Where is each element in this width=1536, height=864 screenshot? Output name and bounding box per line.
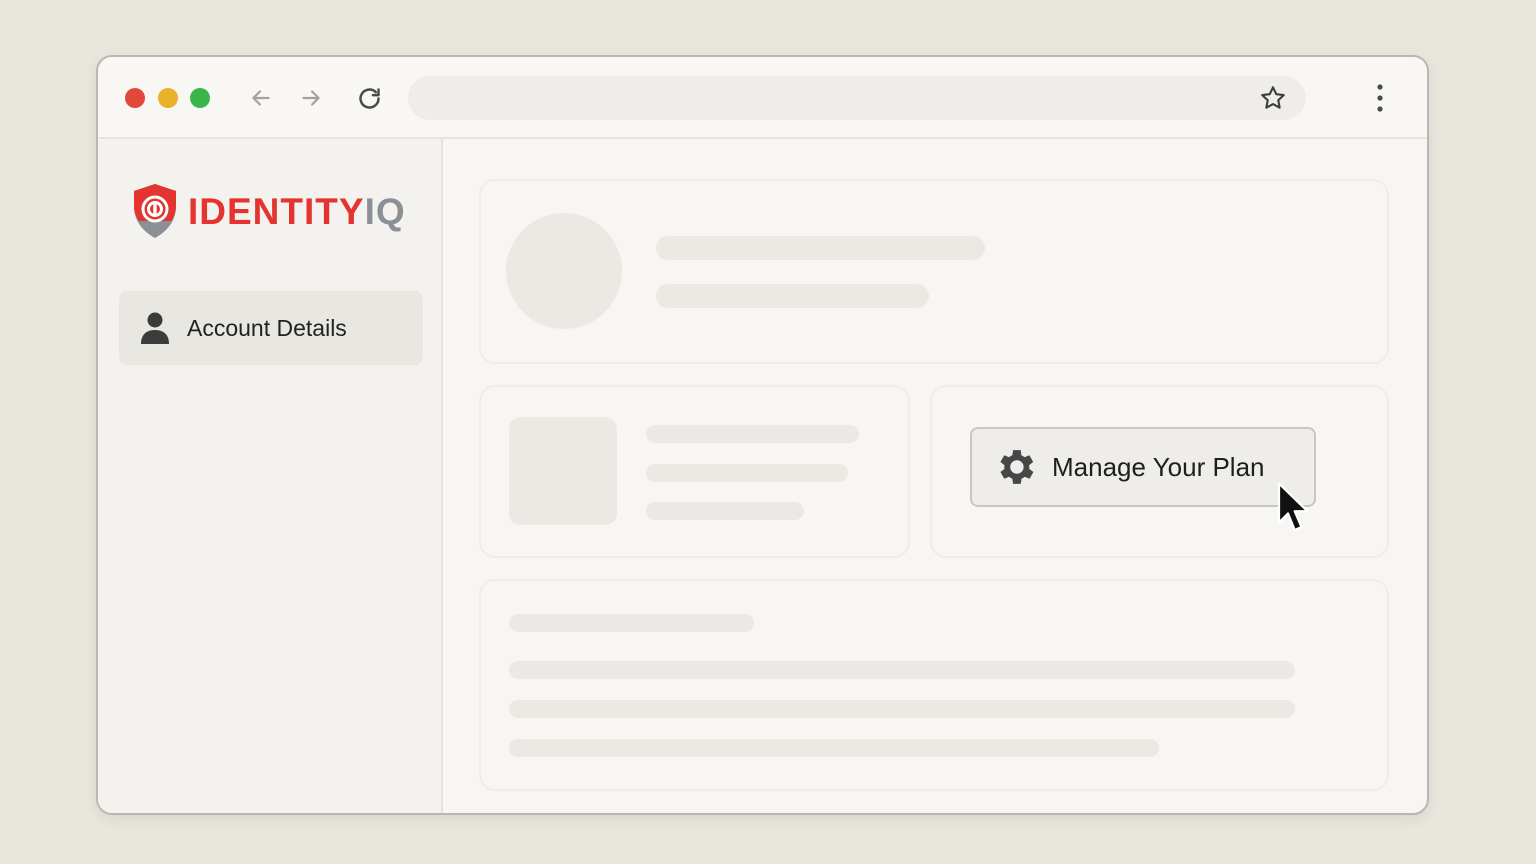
- text-line-placeholder: [509, 739, 1159, 757]
- star-icon[interactable]: [1258, 83, 1288, 113]
- text-line-placeholder: [509, 700, 1295, 718]
- text-line-placeholder: [509, 614, 754, 632]
- sidebar-item-account-details[interactable]: Account Details: [119, 291, 423, 365]
- browser-toolbar: [98, 57, 1427, 139]
- person-icon: [141, 312, 169, 344]
- manage-your-plan-label: Manage Your Plan: [1052, 451, 1265, 482]
- more-vertical-icon[interactable]: [1365, 82, 1395, 114]
- logo-text-iq: IQ: [364, 190, 406, 232]
- back-arrow-icon[interactable]: [246, 83, 276, 113]
- image-placeholder: [509, 417, 617, 525]
- text-line-placeholder: [656, 236, 985, 260]
- text-line-placeholder: [646, 464, 848, 482]
- shield-logo-icon: [134, 184, 176, 238]
- forward-arrow-icon[interactable]: [296, 83, 326, 113]
- logo-text-identity: IDENTITY: [188, 190, 365, 232]
- sidebar: IDENTITYIQ Account Details: [98, 139, 443, 813]
- reload-icon[interactable]: [353, 82, 385, 114]
- details-card-placeholder: [479, 579, 1389, 791]
- text-line-placeholder: [656, 284, 929, 308]
- browser-window: IDENTITYIQ Account Details Manage Your P…: [96, 55, 1429, 815]
- address-bar[interactable]: [408, 76, 1306, 120]
- close-window-button[interactable]: [125, 88, 145, 108]
- avatar-placeholder: [506, 213, 622, 329]
- sidebar-item-label: Account Details: [187, 314, 347, 341]
- gear-icon: [1000, 450, 1034, 484]
- manage-your-plan-button[interactable]: Manage Your Plan: [970, 427, 1316, 507]
- profile-card-placeholder: [479, 179, 1389, 364]
- plan-card: Manage Your Plan: [930, 385, 1389, 558]
- maximize-window-button[interactable]: [190, 88, 210, 108]
- main-content: Manage Your Plan: [445, 139, 1427, 813]
- minimize-window-button[interactable]: [158, 88, 178, 108]
- info-card-placeholder: [479, 385, 910, 558]
- mouse-pointer-icon: [1277, 482, 1309, 532]
- text-line-placeholder: [646, 502, 804, 520]
- text-line-placeholder: [509, 661, 1295, 679]
- text-line-placeholder: [646, 425, 859, 443]
- identityiq-logo[interactable]: IDENTITYIQ: [130, 181, 420, 241]
